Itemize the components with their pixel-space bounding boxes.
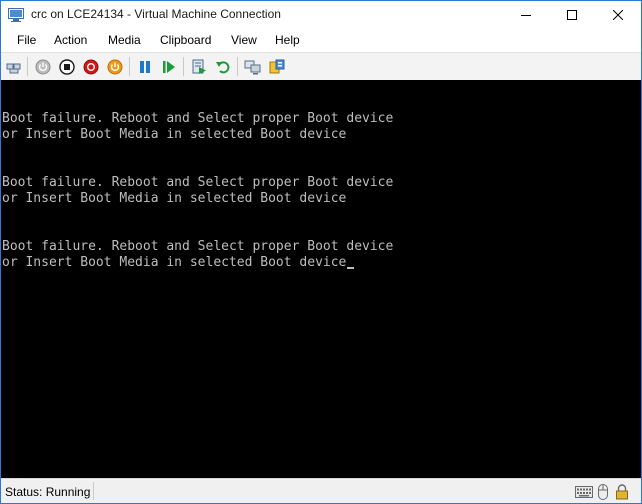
status-text: Status: Running	[5, 485, 91, 499]
close-button[interactable]	[595, 1, 641, 29]
text-cursor	[347, 267, 355, 269]
console-line: Boot failure. Reboot and Select proper B…	[2, 175, 394, 190]
lock-icon	[615, 484, 629, 500]
maximize-icon	[567, 10, 577, 20]
close-icon	[613, 10, 623, 20]
toolbar-separator	[237, 57, 238, 76]
resume-button[interactable]	[160, 58, 178, 76]
window-title: crc on LCE24134 - Virtual Machine Connec…	[31, 7, 281, 21]
ctrl-alt-del-button[interactable]	[5, 58, 23, 76]
start-icon	[35, 59, 51, 75]
console-line: Boot failure. Reboot and Select proper B…	[2, 239, 394, 254]
vm-console-screen[interactable]: Boot failure. Reboot and Select proper B…	[1, 80, 641, 478]
console-line: or Insert Boot Media in selected Boot de…	[2, 127, 347, 142]
power-icon	[107, 59, 123, 75]
ctrl-alt-del-icon	[6, 63, 21, 74]
menu-view[interactable]: View	[231, 33, 257, 47]
toolbar-separator	[129, 57, 130, 76]
menu-help[interactable]: Help	[275, 33, 300, 47]
minimize-icon	[521, 15, 531, 16]
turn-off-icon	[59, 59, 75, 75]
pause-icon	[140, 61, 150, 73]
resume-icon	[163, 61, 175, 73]
console-line-text: or Insert Boot Media in selected Boot de…	[2, 255, 347, 270]
revert-button[interactable]	[214, 58, 232, 76]
turn-off-button[interactable]	[58, 58, 76, 76]
pause-button[interactable]	[136, 58, 154, 76]
menu-file[interactable]: File	[17, 33, 36, 47]
console-line: Boot failure. Reboot and Select proper B…	[2, 111, 394, 126]
start-button[interactable]	[34, 58, 52, 76]
vm-connection-window: crc on LCE24134 - Virtual Machine Connec…	[0, 0, 642, 504]
share-button[interactable]	[268, 58, 286, 76]
console-line-with-cursor: or Insert Boot Media in selected Boot de…	[2, 255, 355, 271]
revert-icon	[216, 61, 230, 74]
share-icon	[269, 59, 285, 74]
menu-bar: File Action Media Clipboard View Help	[1, 29, 641, 52]
mouse-icon	[598, 484, 608, 500]
vm-connection-app-icon	[8, 8, 24, 22]
maximize-button[interactable]	[549, 1, 595, 29]
menu-clipboard[interactable]: Clipboard	[160, 33, 211, 47]
shutdown-icon	[83, 59, 99, 75]
status-bar: Status: Running	[1, 478, 641, 503]
enhanced-session-button[interactable]	[244, 58, 262, 76]
checkpoint-button[interactable]	[190, 58, 208, 76]
console-line: or Insert Boot Media in selected Boot de…	[2, 191, 347, 206]
toolbar-separator	[27, 57, 28, 76]
shutdown-button[interactable]	[82, 58, 100, 76]
toolbar-separator	[183, 57, 184, 76]
enhanced-session-icon	[244, 60, 261, 75]
title-bar[interactable]: crc on LCE24134 - Virtual Machine Connec…	[1, 1, 641, 29]
toolbar	[1, 52, 641, 81]
status-divider	[93, 482, 94, 500]
minimize-button[interactable]	[503, 1, 549, 29]
checkpoint-icon	[192, 59, 206, 74]
keyboard-icon	[575, 484, 593, 500]
menu-action[interactable]: Action	[54, 33, 87, 47]
power-button[interactable]	[106, 58, 124, 76]
menu-media[interactable]: Media	[108, 33, 141, 47]
